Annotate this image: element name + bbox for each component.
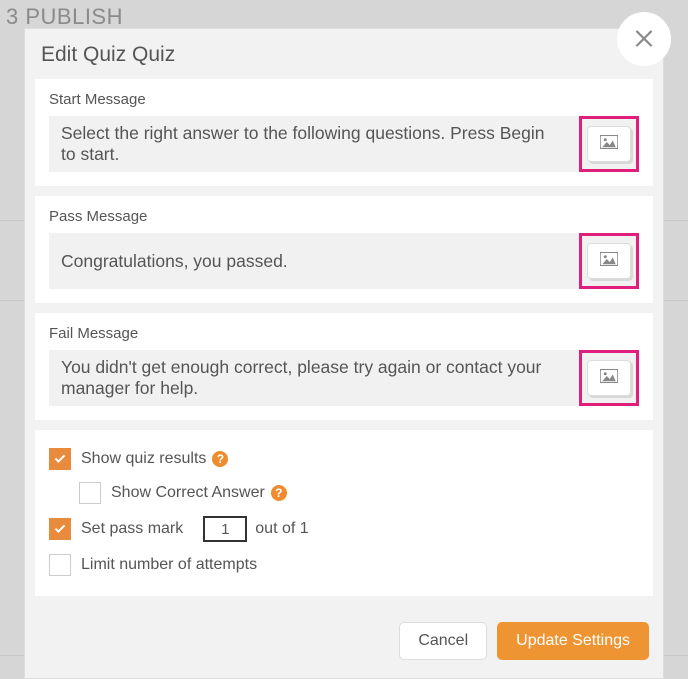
start-image-button[interactable] — [587, 126, 631, 162]
fail-message-card: Fail Message You didn't get enough corre… — [35, 313, 653, 420]
update-settings-button[interactable]: Update Settings — [497, 622, 649, 660]
show-correct-label: Show Correct Answer — [111, 484, 265, 502]
passmark-suffix: out of 1 — [255, 520, 308, 538]
show-results-help-icon[interactable]: ? — [212, 451, 228, 467]
fail-image-button[interactable] — [587, 360, 631, 396]
pass-image-highlight — [579, 233, 639, 289]
start-message-card: Start Message Select the right answer to… — [35, 79, 653, 186]
start-message-label: Start Message — [49, 91, 639, 108]
pass-message-label: Pass Message — [49, 208, 639, 225]
publish-step-label: 3 PUBLISH — [6, 4, 123, 30]
edit-quiz-modal: Edit Quiz Quiz Start Message Select the … — [24, 28, 664, 679]
close-icon — [631, 24, 657, 55]
limit-attempts-checkbox[interactable] — [49, 554, 71, 576]
fail-message-label: Fail Message — [49, 325, 639, 342]
passmark-input[interactable] — [203, 516, 247, 542]
pass-message-input[interactable]: Congratulations, you passed. — [49, 251, 575, 272]
fail-image-highlight — [579, 350, 639, 406]
show-correct-checkbox[interactable] — [79, 482, 101, 504]
show-correct-help-icon[interactable]: ? — [271, 485, 287, 501]
image-icon — [600, 252, 618, 271]
limit-attempts-label: Limit number of attempts — [81, 556, 257, 574]
set-passmark-checkbox[interactable] — [49, 518, 71, 540]
modal-title: Edit Quiz Quiz — [41, 43, 647, 67]
show-results-label: Show quiz results — [81, 450, 206, 468]
image-icon — [600, 135, 618, 154]
pass-image-button[interactable] — [587, 243, 631, 279]
set-passmark-label: Set pass mark — [81, 520, 183, 538]
cancel-button[interactable]: Cancel — [399, 622, 487, 660]
close-button[interactable] — [617, 12, 671, 66]
start-message-input[interactable]: Select the right answer to the following… — [49, 123, 575, 165]
show-results-checkbox[interactable] — [49, 448, 71, 470]
start-image-highlight — [579, 116, 639, 172]
image-icon — [600, 369, 618, 388]
pass-message-card: Pass Message Congratulations, you passed… — [35, 196, 653, 303]
fail-message-input[interactable]: You didn't get enough correct, please tr… — [49, 357, 575, 399]
options-card: Show quiz results ? Show Correct Answer … — [35, 430, 653, 596]
